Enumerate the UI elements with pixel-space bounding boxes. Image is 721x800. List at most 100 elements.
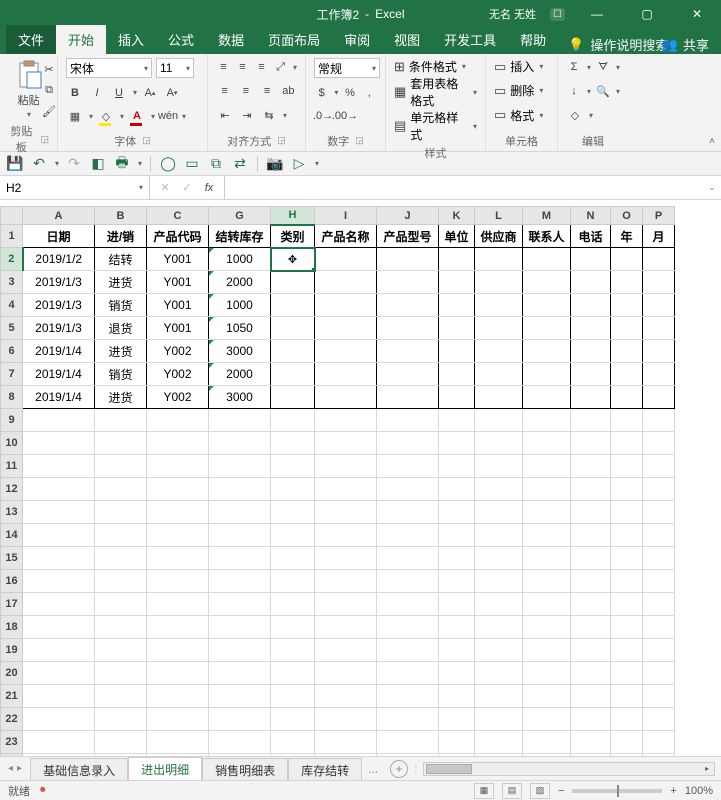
cell[interactable] bbox=[475, 501, 523, 524]
cell[interactable] bbox=[271, 432, 315, 455]
cell[interactable] bbox=[475, 478, 523, 501]
number-dialog-icon[interactable]: ◲ bbox=[355, 135, 364, 146]
cell[interactable] bbox=[95, 547, 147, 570]
underline-button[interactable]: U bbox=[110, 84, 128, 102]
cell[interactable] bbox=[95, 409, 147, 432]
cell[interactable] bbox=[571, 409, 611, 432]
cell[interactable] bbox=[209, 570, 271, 593]
header-cell[interactable]: 产品型号 bbox=[377, 225, 439, 248]
cell[interactable] bbox=[571, 317, 611, 340]
cell[interactable] bbox=[315, 662, 377, 685]
cell[interactable] bbox=[315, 731, 377, 754]
fx-button[interactable]: fx bbox=[200, 179, 218, 197]
cell[interactable] bbox=[315, 248, 377, 271]
cell[interactable] bbox=[209, 593, 271, 616]
cell[interactable]: 2019/1/4 bbox=[23, 386, 95, 409]
cell[interactable] bbox=[643, 432, 675, 455]
zoom-out-button[interactable]: − bbox=[558, 785, 564, 797]
cell[interactable] bbox=[271, 340, 315, 363]
cell[interactable] bbox=[439, 685, 475, 708]
cell[interactable] bbox=[95, 593, 147, 616]
cell[interactable] bbox=[571, 662, 611, 685]
cell[interactable] bbox=[271, 662, 315, 685]
cell[interactable] bbox=[475, 317, 523, 340]
cell[interactable] bbox=[643, 547, 675, 570]
cell[interactable] bbox=[315, 501, 377, 524]
cell[interactable]: 2019/1/3 bbox=[23, 271, 95, 294]
cell[interactable] bbox=[271, 708, 315, 731]
cell[interactable] bbox=[475, 248, 523, 271]
wrap-text-button[interactable]: ab bbox=[280, 82, 297, 100]
align-center-button[interactable]: ≡ bbox=[237, 82, 254, 100]
cell[interactable] bbox=[643, 317, 675, 340]
cell[interactable] bbox=[271, 501, 315, 524]
cell[interactable]: 2000 bbox=[209, 363, 271, 386]
cell[interactable] bbox=[209, 432, 271, 455]
cell[interactable] bbox=[209, 731, 271, 754]
cell[interactable] bbox=[95, 731, 147, 754]
cond-format-button[interactable]: 条件格式 bbox=[409, 58, 457, 75]
cell[interactable] bbox=[439, 248, 475, 271]
row-header[interactable]: 22 bbox=[1, 708, 23, 731]
cell[interactable] bbox=[571, 271, 611, 294]
sheet-nav-last-button[interactable]: ▸ bbox=[17, 763, 22, 774]
cell[interactable] bbox=[377, 570, 439, 593]
cell[interactable] bbox=[271, 455, 315, 478]
header-cell[interactable]: 年 bbox=[611, 225, 643, 248]
cell[interactable] bbox=[271, 593, 315, 616]
find-button[interactable]: 🔍 bbox=[595, 82, 611, 100]
cell[interactable] bbox=[475, 593, 523, 616]
name-box[interactable]: H2 ▾ bbox=[0, 176, 150, 199]
cell[interactable] bbox=[439, 547, 475, 570]
cell[interactable] bbox=[643, 708, 675, 731]
qat-print-button[interactable]: 🖶 bbox=[113, 155, 131, 173]
tab-home[interactable]: 开始 bbox=[56, 25, 106, 54]
row-header[interactable]: 3 bbox=[1, 271, 23, 294]
cell[interactable] bbox=[209, 708, 271, 731]
cell[interactable] bbox=[377, 248, 439, 271]
qat-rect-button[interactable]: ▭ bbox=[183, 155, 201, 173]
fill-button[interactable]: ↓ bbox=[566, 82, 582, 100]
tab-layout[interactable]: 页面布局 bbox=[256, 25, 332, 54]
cell[interactable] bbox=[571, 432, 611, 455]
cell[interactable] bbox=[643, 639, 675, 662]
cell[interactable] bbox=[315, 363, 377, 386]
cell[interactable] bbox=[571, 731, 611, 754]
row-header[interactable]: 12 bbox=[1, 478, 23, 501]
column-header[interactable]: L bbox=[475, 207, 523, 225]
minimize-button[interactable]: — bbox=[579, 0, 615, 28]
cell[interactable] bbox=[611, 501, 643, 524]
cell[interactable] bbox=[475, 386, 523, 409]
cell[interactable] bbox=[209, 455, 271, 478]
normal-view-button[interactable]: ▦ bbox=[474, 783, 494, 799]
column-header[interactable]: I bbox=[315, 207, 377, 225]
tab-formulas[interactable]: 公式 bbox=[156, 25, 206, 54]
cell[interactable] bbox=[439, 363, 475, 386]
row-header[interactable]: 13 bbox=[1, 501, 23, 524]
cell[interactable]: 进货 bbox=[95, 271, 147, 294]
cell[interactable] bbox=[643, 662, 675, 685]
cell[interactable] bbox=[571, 570, 611, 593]
cell[interactable]: Y001 bbox=[147, 317, 209, 340]
cell[interactable] bbox=[439, 662, 475, 685]
cell[interactable] bbox=[95, 432, 147, 455]
cell[interactable] bbox=[523, 271, 571, 294]
redo-button[interactable]: ↷ bbox=[65, 155, 83, 173]
row-header[interactable]: 18 bbox=[1, 616, 23, 639]
cell[interactable] bbox=[315, 409, 377, 432]
sheet-tab-in-out-detail[interactable]: 进出明细 bbox=[128, 757, 202, 783]
cell[interactable]: 销货 bbox=[95, 294, 147, 317]
cell[interactable] bbox=[475, 616, 523, 639]
formula-input[interactable] bbox=[225, 176, 703, 199]
cell[interactable] bbox=[95, 639, 147, 662]
cell[interactable]: 1050 bbox=[209, 317, 271, 340]
cell[interactable] bbox=[209, 639, 271, 662]
cell[interactable] bbox=[271, 524, 315, 547]
header-cell[interactable]: 产品名称 bbox=[315, 225, 377, 248]
format-cells-button[interactable]: 格式 bbox=[510, 107, 534, 124]
cell[interactable] bbox=[147, 639, 209, 662]
cell[interactable] bbox=[315, 340, 377, 363]
row-header[interactable]: 1 bbox=[1, 225, 23, 248]
sheet-nav-first-button[interactable]: ◂ bbox=[8, 763, 13, 774]
insert-cells-button[interactable]: 插入 bbox=[510, 58, 534, 75]
